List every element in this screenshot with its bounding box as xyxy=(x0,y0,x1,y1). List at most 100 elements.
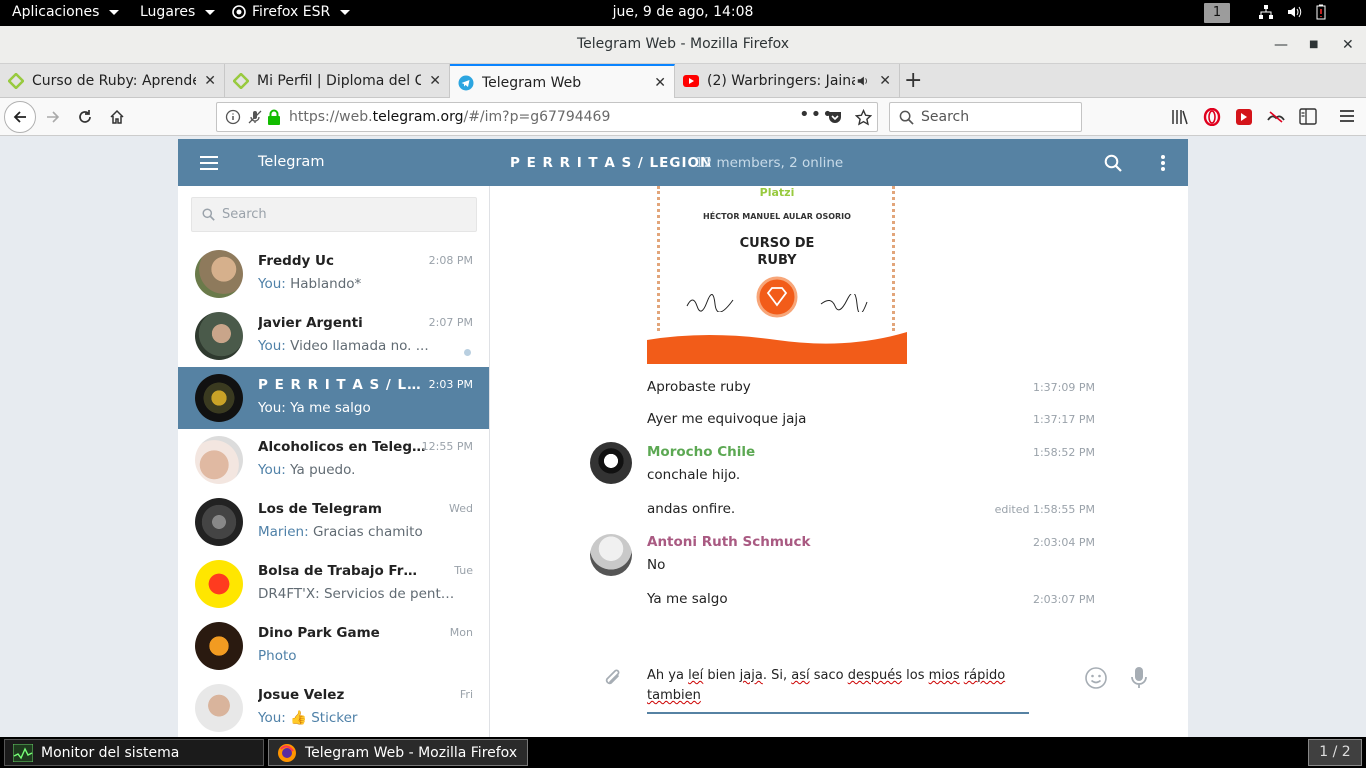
dialog-name: Freddy Uc xyxy=(258,253,334,269)
tab-label: Mi Perfil | Diploma del Cu xyxy=(257,73,422,89)
dialog-item[interactable]: Dino Park Game Mon Photo xyxy=(178,615,489,677)
dialog-time: Mon xyxy=(449,626,473,639)
tab-youtube[interactable]: (2) Warbringers: Jaina - ✕ xyxy=(675,64,900,98)
certificate-course: RUBY xyxy=(757,253,797,268)
dialog-message: Hablando* xyxy=(290,276,362,292)
search-icon[interactable] xyxy=(1104,154,1122,172)
dialog-sender: Marien: xyxy=(258,524,309,540)
input-text: bien xyxy=(703,668,740,683)
dialog-item[interactable]: Los de Telegram Wed Marien: Gracias cham… xyxy=(178,491,489,553)
input-text: Ah ya xyxy=(647,668,689,683)
close-tab-icon[interactable]: ✕ xyxy=(204,73,216,89)
mustache-extension-icon[interactable] xyxy=(1266,108,1286,126)
avatar xyxy=(195,560,243,608)
pocket-icon[interactable] xyxy=(827,109,843,125)
hamburger-menu-icon[interactable] xyxy=(200,156,218,170)
close-tab-icon[interactable]: ✕ xyxy=(879,73,891,89)
dialog-item-active[interactable]: P E R R I T A S / LEGI... 2:03 PM You: Y… xyxy=(178,367,489,429)
input-text: los xyxy=(902,668,929,683)
workspace-indicator[interactable]: 1 xyxy=(1204,3,1230,23)
dialog-item[interactable]: Josue Velez Fri You: 👍 Sticker xyxy=(178,677,489,737)
dialog-item[interactable]: Alcoholicos en Teleg... 12:55 PM You: Ya… xyxy=(178,429,489,491)
home-icon xyxy=(110,109,124,124)
task-firefox[interactable]: Telegram Web - Mozilla Firefox xyxy=(268,739,528,766)
dialog-name: Josue Velez xyxy=(258,687,345,703)
search-bar[interactable]: Search xyxy=(889,102,1082,132)
search-placeholder: Search xyxy=(921,109,970,125)
lock-icon[interactable] xyxy=(267,109,281,125)
window-title: Telegram Web - Mozilla Firefox xyxy=(576,36,790,52)
reload-button[interactable] xyxy=(72,104,98,130)
bottom-taskbar: Monitor del sistema Telegram Web - Mozil… xyxy=(0,737,1366,768)
maximize-button[interactable]: ■ xyxy=(1309,39,1318,50)
sidebar-icon[interactable] xyxy=(1299,108,1317,125)
message-input[interactable]: Ah ya leí bien jaja. Si, así saco despué… xyxy=(647,662,1029,714)
task-system-monitor[interactable]: Monitor del sistema xyxy=(4,739,264,766)
avatar xyxy=(195,436,243,484)
message-time: 2:03:04 PM xyxy=(1032,536,1095,549)
dialog-time: 2:07 PM xyxy=(428,316,473,329)
tab-curso-ruby[interactable]: Curso de Ruby: Aprende r ✕ xyxy=(0,64,225,98)
more-vertical-icon[interactable] xyxy=(1160,154,1166,172)
back-button[interactable] xyxy=(4,101,36,133)
search-placeholder: Search xyxy=(222,207,267,222)
minimize-button[interactable]: — xyxy=(1274,37,1288,53)
chat-title[interactable]: P E R R I T A S / LEGION xyxy=(510,155,712,171)
opera-vpn-icon[interactable] xyxy=(1203,108,1221,126)
network-icon[interactable] xyxy=(1258,4,1274,20)
platzi-favicon-icon xyxy=(233,73,249,89)
dialog-time: Tue xyxy=(454,564,473,577)
battery-icon[interactable] xyxy=(1314,4,1328,20)
url-text[interactable]: https://web.telegram.org/#/im?p=g6779446… xyxy=(289,109,610,125)
home-button[interactable] xyxy=(104,104,130,130)
input-text: saco xyxy=(809,668,848,683)
gnome-top-bar: Aplicaciones Lugares Firefox ESR jue, 9 … xyxy=(0,0,1366,26)
new-tab-button[interactable]: + xyxy=(904,68,922,93)
navigation-toolbar: https://web.telegram.org/#/im?p=g6779446… xyxy=(0,98,1366,136)
star-icon[interactable] xyxy=(855,108,872,126)
info-icon[interactable] xyxy=(225,109,241,125)
avatar[interactable] xyxy=(590,442,632,484)
tab-mi-perfil[interactable]: Mi Perfil | Diploma del Cu ✕ xyxy=(225,64,450,98)
emoji-icon[interactable] xyxy=(1084,666,1108,690)
close-tab-icon[interactable]: ✕ xyxy=(654,75,666,91)
telegram-app-name[interactable]: Telegram xyxy=(258,154,324,170)
tab-telegram[interactable]: Telegram Web ✕ xyxy=(450,64,675,99)
dialog-time: Wed xyxy=(449,502,473,515)
attach-icon[interactable] xyxy=(602,667,624,691)
clock[interactable]: jue, 9 de ago, 14:08 xyxy=(0,4,1366,20)
dialog-name: Alcoholicos en Teleg... xyxy=(258,439,426,455)
workspace-pager[interactable]: 1 / 2 xyxy=(1308,739,1362,766)
volume-icon[interactable] xyxy=(1286,4,1302,20)
dialog-message: 👍 Sticker xyxy=(290,710,358,726)
input-text: leí xyxy=(688,668,704,683)
message-author[interactable]: Morocho Chile xyxy=(647,444,755,460)
forward-button[interactable] xyxy=(40,104,66,130)
chat-status[interactable]: 12 members, 2 online xyxy=(695,155,843,171)
speaker-icon[interactable] xyxy=(855,74,871,88)
dialog-item[interactable]: Bolsa de Trabajo Freelan... Tue DR4FT'X:… xyxy=(178,553,489,615)
window-titlebar: Telegram Web - Mozilla Firefox — ■ ✕ xyxy=(0,26,1366,64)
close-tab-icon[interactable]: ✕ xyxy=(429,73,441,89)
close-window-button[interactable]: ✕ xyxy=(1342,37,1354,53)
url-bar[interactable]: https://web.telegram.org/#/im?p=g6779446… xyxy=(216,102,878,132)
message-author[interactable]: Antoni Ruth Schmuck xyxy=(647,534,811,550)
certificate-recipient: HÉCTOR MANUEL AULAR OSORIO xyxy=(703,212,851,221)
web-page: Telegram P E R R I T A S / LEGION 12 mem… xyxy=(0,137,1366,737)
dialogs-search-input[interactable]: Search xyxy=(191,197,477,232)
microphone-icon[interactable] xyxy=(1130,666,1148,690)
platzi-favicon-icon xyxy=(8,73,24,89)
video-extension-icon[interactable] xyxy=(1235,108,1253,126)
avatar[interactable] xyxy=(590,534,632,576)
dialog-message: DR4FT'X: Servicios de pente... xyxy=(258,586,458,602)
hamburger-menu-icon[interactable] xyxy=(1339,109,1355,123)
library-icon[interactable] xyxy=(1171,109,1189,125)
avatar xyxy=(195,374,243,422)
avatar xyxy=(195,622,243,670)
url-path: /#/im?p=g67794469 xyxy=(463,109,611,125)
mic-blocked-icon[interactable] xyxy=(247,109,263,125)
dialog-item[interactable]: Javier Argenti 2:07 PM You: Video llamad… xyxy=(178,305,489,367)
certificate-image[interactable]: Platzi HÉCTOR MANUEL AULAR OSORIO CURSO … xyxy=(647,186,907,364)
dialog-item[interactable]: Freddy Uc 2:08 PM You: Hablando* xyxy=(178,243,489,305)
dialog-sender: You: xyxy=(258,710,286,726)
